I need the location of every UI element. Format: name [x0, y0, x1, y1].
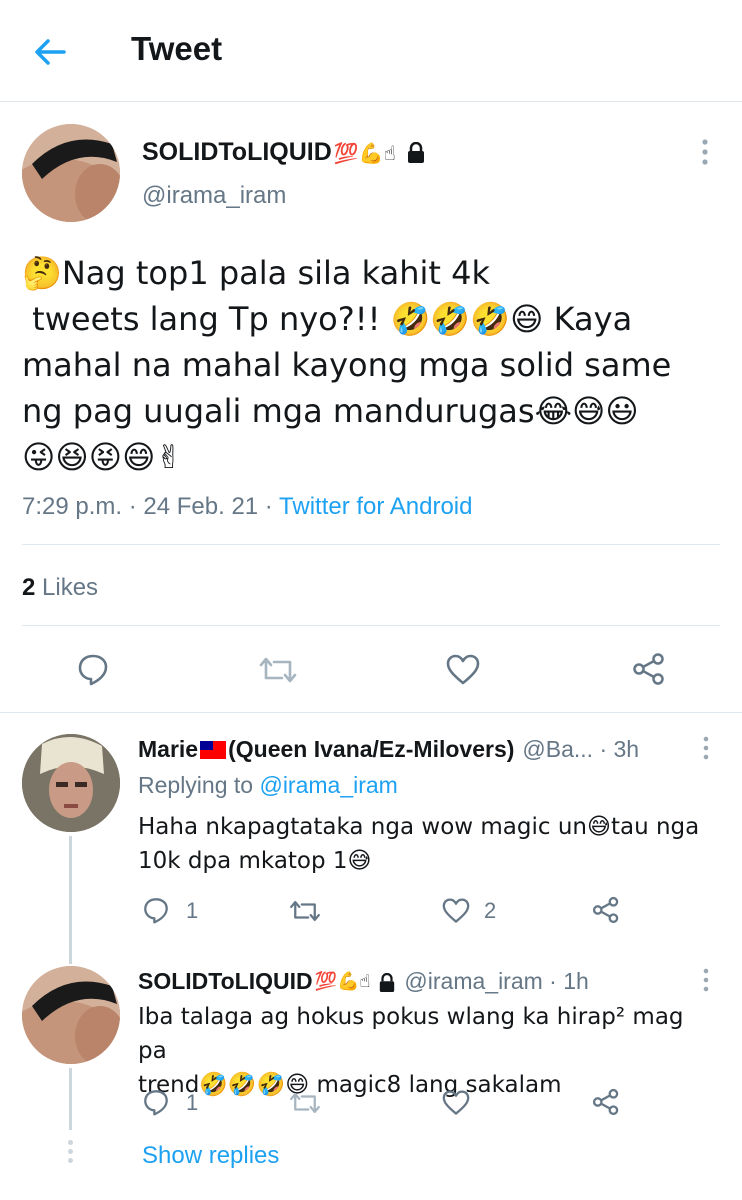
- tweet-text-line: 🤔Nag top1 pala sila kahit 4k: [22, 254, 491, 292]
- replying-to-label: Replying to: [138, 772, 260, 798]
- divider: [22, 544, 720, 545]
- reply-display-name[interactable]: Marie: [138, 736, 198, 763]
- separator: ·: [258, 493, 280, 520]
- reply-count: 1: [186, 898, 199, 923]
- reply-text-line: Iba talaga ag hokus pokus wlang ka hirap…: [138, 1004, 684, 1064]
- reply-text: Haha nkapagtataka nga wow magic un😅tau n…: [138, 810, 718, 878]
- name-emojis: 💯💪☝: [333, 140, 396, 165]
- like-icon[interactable]: [442, 1090, 470, 1116]
- name-emojis: 💯💪☝: [314, 971, 371, 992]
- reply-author-line: SOLIDToLIQUID 💯💪☝ @irama_iram · 1h: [138, 968, 589, 995]
- reply-text: Iba talaga ag hokus pokus wlang ka hirap…: [138, 1000, 718, 1102]
- likes-summary[interactable]: 2 Likes: [22, 574, 98, 602]
- reply-display-name[interactable]: SOLIDToLIQUID: [138, 968, 313, 995]
- tweet-source-link[interactable]: Twitter for Android: [279, 493, 472, 520]
- divider: [22, 625, 720, 626]
- reply-handle[interactable]: @Ba...: [522, 736, 593, 763]
- tweet-date: 24 Feb. 21: [143, 493, 259, 520]
- likes-count: 2: [22, 574, 36, 601]
- share-icon[interactable]: [632, 652, 666, 686]
- more-options-icon[interactable]: [700, 138, 710, 166]
- like-icon[interactable]: [442, 898, 470, 924]
- reply-text-line: 10k dpa mkatop 1😅: [138, 848, 372, 874]
- reply-icon[interactable]: [142, 896, 170, 924]
- tweet-metadata: 7:29 p.m. · 24 Feb. 21 · Twitter for And…: [22, 493, 472, 521]
- reply-display-name-suffix[interactable]: (Queen Ivana/Ez-Milovers): [228, 736, 514, 763]
- reply-text-line: trend🤣🤣🤣😄 magic8 lang sakalam: [138, 1072, 562, 1098]
- author-display-name[interactable]: SOLIDToLIQUID: [142, 138, 332, 167]
- like-icon[interactable]: [446, 654, 480, 686]
- tweet-text-line: tweets lang Tp nyo?!! 🤣🤣🤣😄 Kaya: [22, 300, 633, 338]
- reply-icon[interactable]: [76, 652, 110, 686]
- reply-handle[interactable]: @irama_iram: [404, 968, 542, 995]
- share-icon[interactable]: [592, 896, 620, 924]
- separator: ·: [122, 493, 144, 520]
- retweet-icon[interactable]: [258, 654, 298, 686]
- page-title: Tweet: [131, 30, 223, 67]
- more-options-icon[interactable]: [702, 736, 710, 760]
- tweet-text-line: mahal na mahal kayong mga solid same: [22, 346, 672, 384]
- reply-time: · 3h: [593, 736, 640, 762]
- avatar[interactable]: [22, 734, 120, 832]
- reply-author-line: Marie (Queen Ivana/Ez-Milovers) @Ba... ·…: [138, 736, 639, 763]
- tweet-time: 7:29 p.m.: [22, 493, 123, 520]
- replying-to: Replying to @irama_iram: [138, 772, 398, 799]
- like-count: 2: [484, 898, 497, 923]
- reply-icon[interactable]: [142, 1088, 170, 1116]
- lock-icon: [406, 141, 426, 164]
- top-app-bar: Tweet: [0, 0, 742, 102]
- avatar[interactable]: [22, 124, 120, 222]
- retweet-icon[interactable]: [288, 1090, 322, 1116]
- reply-time: · 1h: [542, 968, 589, 994]
- replying-to-mention[interactable]: @irama_iram: [259, 772, 397, 798]
- taiwan-flag-icon: [200, 740, 227, 759]
- thread-connector: [69, 1068, 72, 1130]
- reply-count: 1: [186, 1090, 199, 1115]
- tweet-text-line: 😜😆😝😄✌: [22, 438, 183, 476]
- tweet-text: 🤔Nag top1 pala sila kahit 4k tweets lang…: [22, 250, 702, 480]
- retweet-icon[interactable]: [288, 898, 322, 924]
- likes-label: Likes: [35, 574, 99, 601]
- author-name-line: SOLIDToLIQUID 💯💪☝: [142, 138, 426, 167]
- show-replies-link[interactable]: Show replies: [142, 1142, 279, 1170]
- lock-icon: [378, 972, 396, 992]
- author-handle[interactable]: @irama_iram: [142, 182, 286, 210]
- arrow-left-icon[interactable]: [30, 32, 70, 72]
- share-icon[interactable]: [592, 1088, 620, 1116]
- more-options-icon[interactable]: [702, 968, 710, 992]
- thread-connector: [69, 836, 72, 964]
- tweet-text-line: ng pag uugali mga mandurugas😂😅😃: [22, 392, 639, 430]
- avatar[interactable]: [22, 966, 120, 1064]
- divider: [0, 712, 742, 713]
- reply-text-line: Haha nkapagtataka nga wow magic un😅tau n…: [138, 814, 700, 840]
- thread-more-dots: [68, 1140, 74, 1167]
